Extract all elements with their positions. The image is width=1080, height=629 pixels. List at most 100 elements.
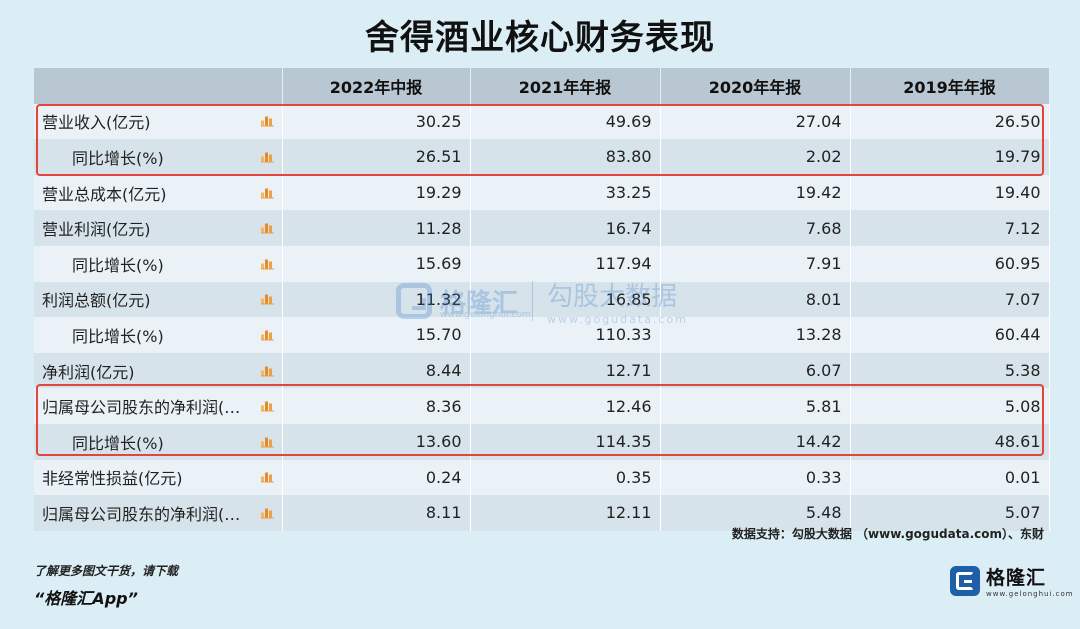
value-cell: 26.51 [282, 139, 471, 175]
row-label-cell: 同比增长(%) [34, 245, 283, 282]
value-cell: 2.02 [660, 139, 851, 175]
value-cell: 8.11 [282, 495, 471, 531]
bar-chart-icon[interactable] [260, 223, 274, 234]
header-cell-2020: 2020年年报 [660, 68, 851, 104]
table-row: 同比增长(%) 13.60 114.35 14.42 48.61 [34, 423, 1050, 460]
brand-logo: 格隆汇 www.gelonghui.com [950, 563, 1074, 598]
promo-text: 了解更多图文干货，请下载 [34, 564, 179, 578]
row-label: 同比增长(%) [72, 148, 164, 168]
value-cell: 0.24 [282, 459, 471, 496]
value-cell: 0.01 [850, 459, 1050, 496]
bar-chart-icon[interactable] [260, 507, 274, 519]
brand-name: 格隆汇 [986, 567, 1047, 589]
row-label: 非经常性损益(亿元) [42, 469, 183, 489]
row-label-cell: 净利润(亿元) [34, 352, 283, 389]
row-label: 归属母公司股东的净利润(… [42, 504, 241, 524]
bar-chart-icon[interactable] [260, 151, 274, 163]
table-row: 营业利润(亿元) 11.28 16.74 7.68 7.12 [34, 210, 1050, 246]
table-row: 利润总额(亿元) 11.32 16.85 8.01 7.07 [34, 281, 1050, 318]
value-cell: 26.50 [850, 103, 1050, 140]
bar-chart-icon[interactable] [260, 329, 274, 341]
row-label: 同比增长(%) [72, 433, 164, 453]
header-cell-2019: 2019年年报 [850, 68, 1050, 104]
value-cell: 110.33 [470, 317, 661, 353]
header-cell-2021: 2021年年报 [470, 68, 661, 104]
value-cell: 15.69 [282, 245, 471, 282]
gelonghui-brand-icon [950, 565, 980, 596]
row-label-cell: 利润总额(亿元) [34, 281, 283, 318]
row-label-cell: 营业总成本(亿元) [34, 174, 283, 211]
value-cell: 15.70 [282, 317, 471, 353]
value-cell: 8.01 [660, 281, 851, 318]
row-label: 同比增长(%) [72, 326, 164, 346]
row-label: 利润总额(亿元) [42, 291, 151, 311]
value-cell: 12.71 [470, 352, 661, 389]
value-cell: 49.69 [470, 103, 661, 140]
value-cell: 0.33 [660, 459, 851, 496]
value-cell: 7.07 [850, 281, 1050, 318]
value-cell: 12.11 [470, 495, 661, 531]
value-cell: 114.35 [470, 423, 661, 460]
row-label-cell: 非经常性损益(亿元) [34, 459, 283, 496]
value-cell: 7.91 [660, 245, 851, 282]
value-cell: 14.42 [660, 423, 851, 460]
row-label-cell: 营业收入(亿元) [34, 103, 283, 140]
value-cell: 8.44 [282, 352, 471, 389]
promo-app-name: “格隆汇App” [34, 589, 138, 608]
value-cell: 27.04 [660, 103, 851, 140]
table-row: 归属母公司股东的净利润(… 8.36 12.46 5.81 5.08 [34, 388, 1050, 424]
value-cell: 19.42 [660, 174, 851, 211]
bar-chart-icon[interactable] [260, 365, 274, 377]
value-cell: 83.80 [470, 139, 661, 175]
value-cell: 7.68 [660, 210, 851, 246]
value-cell: 48.61 [850, 423, 1050, 460]
value-cell: 12.46 [470, 388, 661, 424]
value-cell: 19.79 [850, 139, 1050, 175]
value-cell: 16.85 [470, 281, 661, 318]
value-cell: 8.36 [282, 388, 471, 424]
row-label-cell: 归属母公司股东的净利润(… [34, 495, 283, 531]
row-label-cell: 营业利润(亿元) [34, 210, 283, 246]
table-row: 净利润(亿元) 8.44 12.71 6.07 5.38 [34, 352, 1050, 389]
table-row: 营业收入(亿元) 30.25 49.69 27.04 26.50 [34, 103, 1050, 140]
bar-chart-icon[interactable] [260, 294, 274, 305]
data-source: 数据支持：勾股大数据 （www.gogudata.com）、东财 [731, 527, 1044, 541]
bar-chart-icon[interactable] [260, 401, 274, 412]
value-cell: 16.74 [470, 210, 661, 246]
page-title: 舍得酒业核心财务表现 [365, 18, 715, 58]
value-cell: 13.28 [660, 317, 851, 353]
table-row: 非经常性损益(亿元) 0.24 0.35 0.33 0.01 [34, 459, 1050, 496]
value-cell: 33.25 [470, 174, 661, 211]
bar-chart-icon[interactable] [260, 472, 274, 483]
value-cell: 117.94 [470, 245, 661, 282]
header-cell-2022h1: 2022年中报 [282, 68, 471, 104]
value-cell: 11.32 [282, 281, 471, 318]
financial-table: 2022年中报 2021年年报 2020年年报 2019年年报 营业收入(亿元)… [34, 68, 1050, 531]
table-header-row: 2022年中报 2021年年报 2020年年报 2019年年报 [34, 68, 1050, 104]
value-cell: 5.81 [660, 388, 851, 424]
row-label-cell: 同比增长(%) [34, 423, 283, 460]
bar-chart-icon[interactable] [260, 436, 274, 448]
row-label: 营业总成本(亿元) [42, 184, 167, 204]
value-cell: 6.07 [660, 352, 851, 389]
value-cell: 19.40 [850, 174, 1050, 211]
value-cell: 13.60 [282, 423, 471, 460]
value-cell: 30.25 [282, 103, 471, 140]
bar-chart-icon[interactable] [260, 116, 274, 127]
bar-chart-icon[interactable] [260, 258, 274, 270]
row-label: 同比增长(%) [72, 255, 164, 275]
table-row: 同比增长(%) 26.51 83.80 2.02 19.79 [34, 139, 1050, 175]
row-label: 营业收入(亿元) [42, 113, 151, 133]
row-label-cell: 归属母公司股东的净利润(… [34, 388, 283, 424]
table-row: 同比增长(%) 15.70 110.33 13.28 60.44 [34, 317, 1050, 353]
value-cell: 5.38 [850, 352, 1050, 389]
row-label: 净利润(亿元) [42, 362, 135, 382]
row-label: 营业利润(亿元) [42, 220, 151, 240]
brand-url: www.gelonghui.com [986, 590, 1074, 598]
value-cell: 0.35 [470, 459, 661, 496]
row-label-cell: 同比增长(%) [34, 139, 283, 175]
bar-chart-icon[interactable] [260, 187, 274, 199]
row-label-cell: 同比增长(%) [34, 317, 283, 353]
value-cell: 7.12 [850, 210, 1050, 246]
row-label: 归属母公司股东的净利润(… [42, 398, 241, 418]
